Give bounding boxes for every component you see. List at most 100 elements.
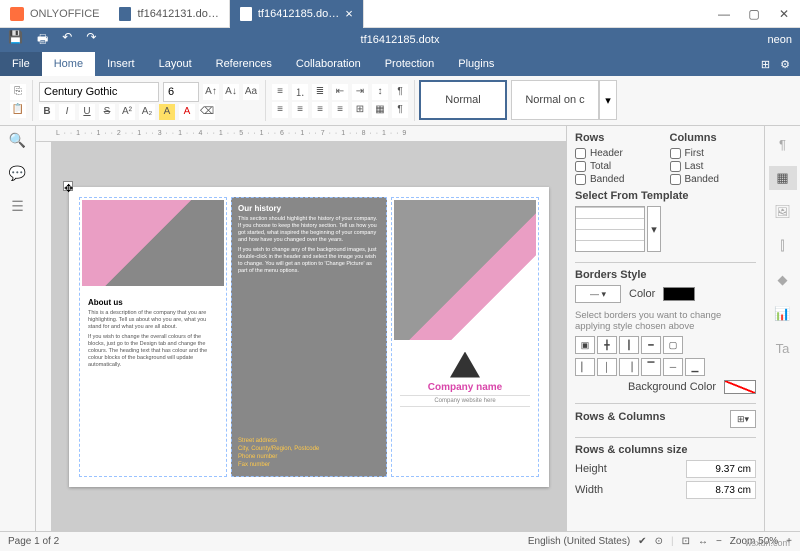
chk-banded-rows[interactable]: Banded [575,174,662,185]
menu-plugins[interactable]: Plugins [446,52,506,76]
chk-last-input[interactable] [670,161,681,172]
border-vert-icon[interactable]: ┃ [619,336,639,354]
template-preview[interactable] [575,206,645,252]
chk-first[interactable]: First [670,148,757,159]
ruler-vertical[interactable] [36,142,52,531]
header-footer-icon[interactable]: ⫿ [769,234,797,258]
brochure-col-3[interactable]: Company name Company website here [391,197,539,477]
document-area[interactable]: ✥ About us This is a description of the … [52,142,566,531]
strikethrough-button[interactable]: S [99,104,115,120]
nonprinting-icon[interactable]: ¶ [392,102,408,118]
align-justify-icon[interactable]: ≡ [332,102,348,118]
chk-total-input[interactable] [575,161,586,172]
page-indicator[interactable]: Page 1 of 2 [8,536,59,547]
chk-banded-cols[interactable]: Banded [670,174,757,185]
settings-icon[interactable]: ⚙ [780,58,790,71]
chart-settings-icon[interactable]: 📊 [769,302,797,326]
change-case-icon[interactable]: Aa [243,84,259,100]
align-left-icon[interactable]: ≡ [272,102,288,118]
style-normal[interactable]: Normal [419,80,507,120]
navigation-icon[interactable]: ☰ [11,198,24,215]
brochure-col-1[interactable]: About us This is a description of the co… [79,197,227,477]
align-right-icon[interactable]: ≡ [312,102,328,118]
increase-indent-icon[interactable]: ⇥ [352,84,368,100]
doc-tab-1[interactable]: tf16412131.do… [109,0,229,28]
superscript-button[interactable]: A² [119,104,135,120]
italic-button[interactable]: I [59,104,75,120]
selection-handle-icon[interactable]: ✥ [63,181,73,191]
styles-dropdown[interactable]: ▾ [599,80,617,120]
border-innerh-icon[interactable]: ─ [663,358,683,376]
chk-total[interactable]: Total [575,161,662,172]
close-icon[interactable]: × [345,6,353,21]
border-left-icon[interactable]: ▏ [575,358,595,376]
textart-settings-icon[interactable]: Ta [769,336,797,360]
undo-icon[interactable]: ↶ [62,30,72,51]
border-none-icon[interactable]: ▢ [663,336,683,354]
decrease-font-icon[interactable]: A↓ [223,84,239,100]
border-inner-icon[interactable]: ╋ [597,336,617,354]
bullets-icon[interactable]: ≡ [272,84,288,100]
chk-header-input[interactable] [575,148,586,159]
fit-width-icon[interactable]: ↔ [698,536,708,547]
zoom-out-icon[interactable]: − [716,536,722,547]
underline-button[interactable]: U [79,104,95,120]
align-center-icon[interactable]: ≡ [292,102,308,118]
numbering-icon[interactable]: ⒈ [292,84,308,100]
open-location-icon[interactable]: ⊞ [761,58,770,71]
menu-references[interactable]: References [204,52,284,76]
border-width-select[interactable]: — ▾ [575,285,621,303]
multilevel-list-icon[interactable]: ≣ [312,84,328,100]
page[interactable]: ✥ About us This is a description of the … [69,187,549,487]
chk-banded-rows-input[interactable] [575,174,586,185]
paragraph-mark-icon[interactable]: ¶ [392,84,408,100]
menu-insert[interactable]: Insert [95,52,147,76]
highlight-color-button[interactable]: A [159,104,175,120]
menu-protection[interactable]: Protection [373,52,447,76]
chk-header[interactable]: Header [575,148,662,159]
template-dropdown[interactable]: ▾ [647,206,661,252]
clear-format-button[interactable]: ⌫ [199,104,215,120]
border-color-swatch[interactable] [663,287,695,301]
chk-last[interactable]: Last [670,161,757,172]
border-outer-icon[interactable]: ▣ [575,336,595,354]
border-horiz-icon[interactable]: ━ [641,336,661,354]
spellcheck-icon[interactable]: ✔ [638,536,646,547]
menu-home[interactable]: Home [42,52,95,76]
user-name[interactable]: neon [768,34,792,46]
track-changes-icon[interactable]: ⊙ [655,536,663,547]
increase-font-icon[interactable]: A↑ [203,84,219,100]
font-color-button[interactable]: A [179,104,195,120]
search-icon[interactable]: 🔍 [9,132,26,149]
lang-indicator[interactable]: English (United States) [528,536,630,547]
border-right-icon[interactable]: ▕ [619,358,639,376]
font-size-select[interactable] [163,82,199,102]
bg-color-swatch[interactable] [724,380,756,394]
decrease-indent-icon[interactable]: ⇤ [332,84,348,100]
font-family-select[interactable] [39,82,159,102]
ruler-horizontal[interactable]: L · · 1 · · 1 · · 2 · · 1 · · 3 · · 1 · … [36,126,566,142]
line-spacing-icon[interactable]: ↕ [372,84,388,100]
merge-cells-icon[interactable]: ⊞ [352,102,368,118]
fit-page-icon[interactable]: ⊡ [682,536,690,547]
paragraph-settings-icon[interactable]: ¶ [769,132,797,156]
comments-icon[interactable]: 💬 [9,165,26,182]
menu-collaboration[interactable]: Collaboration [284,52,373,76]
paste-icon[interactable]: 📋 [10,102,26,118]
maximize-button[interactable]: ▢ [746,6,762,22]
menu-layout[interactable]: Layout [147,52,204,76]
chk-first-input[interactable] [670,148,681,159]
menu-file[interactable]: File [0,52,42,76]
close-button[interactable]: ✕ [776,6,792,22]
height-input[interactable] [686,460,756,478]
doc-tab-2[interactable]: tf16412185.do… × [230,0,364,28]
image-settings-icon[interactable]: 🖼 [769,200,797,224]
style-normal-on[interactable]: Normal on c [511,80,599,120]
border-bottom-icon[interactable]: ▁ [685,358,705,376]
print-icon[interactable]: 🖶 [37,30,48,51]
copy-icon[interactable]: ⎘ [10,84,26,100]
save-icon[interactable]: 💾 [8,30,23,51]
shape-settings-icon[interactable]: ◆ [769,268,797,292]
width-input[interactable] [686,481,756,499]
brochure-col-2[interactable]: Our history This section should highligh… [231,197,387,477]
